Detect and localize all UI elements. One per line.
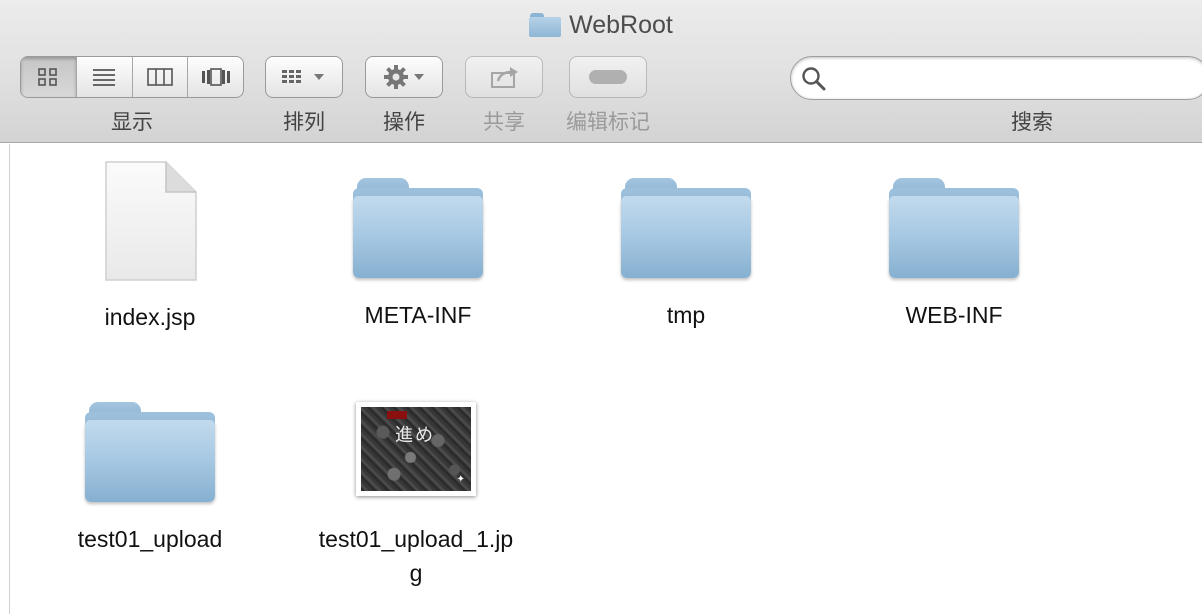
search-input[interactable]	[835, 63, 1195, 93]
arrange-grid-icon	[282, 70, 324, 83]
file-name: index.jsp	[104, 304, 196, 330]
folder-icon	[621, 178, 751, 278]
folder-icon	[529, 13, 562, 37]
action-label: 操作	[383, 111, 425, 134]
file-icon-view: index.jsp META-INF tmp WEB-INF test01_up…	[0, 144, 1202, 614]
folder-name: WEB-INF	[905, 302, 1003, 328]
folder-icon	[889, 178, 1019, 278]
pane-divider	[9, 144, 10, 614]
edit-tags-button[interactable]	[569, 56, 647, 98]
icon-view-button[interactable]	[21, 57, 77, 97]
search-icon	[802, 67, 826, 91]
folder-item-tmp[interactable]: tmp	[566, 178, 806, 332]
icon-view-icon	[38, 68, 58, 86]
window-title: WebRoot	[0, 8, 1202, 42]
cover-flow-view-button[interactable]	[188, 57, 243, 97]
arrange-button[interactable]	[265, 56, 343, 98]
file-name-line1: test01_upload_1.jp	[318, 526, 514, 552]
folder-icon	[353, 178, 483, 278]
share-icon	[491, 67, 518, 88]
search-label: 搜索	[1011, 111, 1053, 134]
window-title-text: WebRoot	[569, 10, 673, 39]
folder-name: test01_upload	[77, 526, 223, 552]
finder-toolbar: WebRoot 显示 排列 操作 共享 编辑标记 搜索	[0, 0, 1202, 143]
cover-flow-icon	[201, 68, 230, 86]
folder-item-meta-inf[interactable]: META-INF	[298, 178, 538, 332]
folder-item-test01-upload[interactable]: test01_upload	[30, 402, 270, 556]
search-field[interactable]	[790, 56, 1202, 100]
folder-name: tmp	[666, 302, 706, 328]
view-mode-control	[20, 56, 244, 98]
file-name-line2: g	[409, 560, 423, 586]
column-view-icon	[147, 68, 173, 86]
folder-name: META-INF	[364, 302, 472, 328]
folder-icon	[85, 402, 215, 502]
image-thumbnail: 進め ✦	[356, 402, 476, 496]
list-view-button[interactable]	[77, 57, 133, 97]
folder-item-web-inf[interactable]: WEB-INF	[834, 178, 1074, 332]
arrange-label: 排列	[283, 111, 325, 134]
share-button[interactable]	[465, 56, 543, 98]
action-button[interactable]	[365, 56, 443, 98]
list-view-icon	[93, 69, 116, 86]
tag-pill-icon	[589, 70, 627, 84]
document-icon	[102, 160, 198, 282]
view-label: 显示	[111, 111, 153, 134]
column-view-button[interactable]	[133, 57, 189, 97]
file-item-index-jsp[interactable]: index.jsp	[30, 160, 270, 334]
gear-icon	[384, 65, 424, 89]
edit-tags-label: 编辑标记	[566, 111, 650, 134]
file-item-test01-upload-1-jpg[interactable]: 進め ✦ test01_upload_1.jp g	[296, 402, 536, 590]
share-label: 共享	[483, 111, 525, 134]
